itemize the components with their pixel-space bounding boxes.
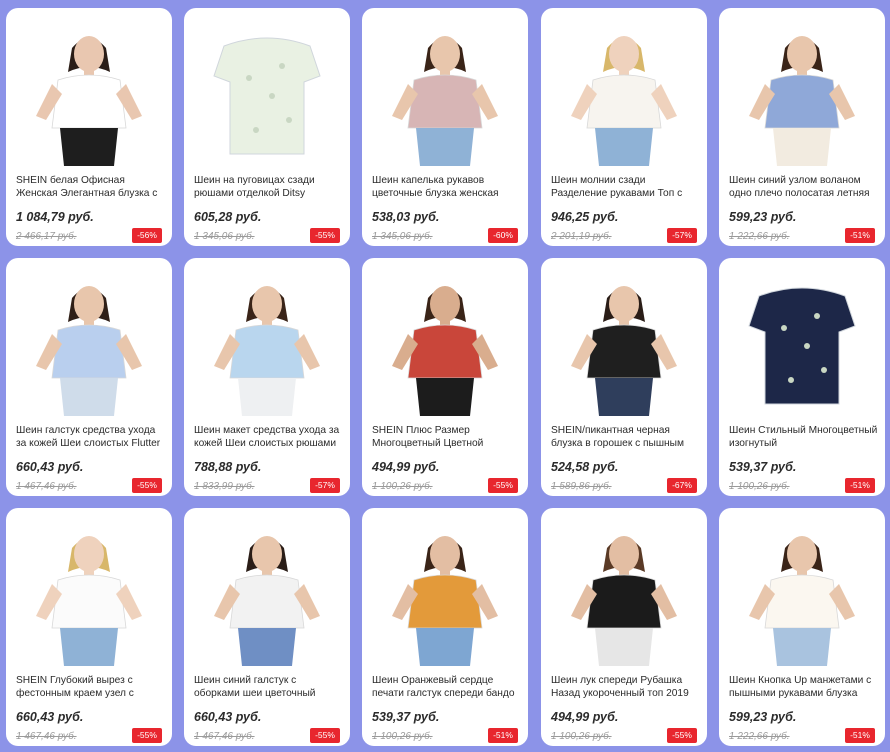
product-price: 494,99 руб. <box>372 460 440 474</box>
discount-badge: -55% <box>310 728 340 743</box>
product-price: 660,43 руб. <box>194 710 262 724</box>
product-image[interactable] <box>729 518 875 666</box>
product-image[interactable] <box>194 268 340 416</box>
product-old-price: 1 467,46 руб. <box>16 731 77 742</box>
discount-badge: -55% <box>667 728 697 743</box>
product-old-price: 1 467,46 руб. <box>16 481 77 492</box>
product-title[interactable]: Шеин макет средства ухода за кожей Шеи с… <box>194 424 344 450</box>
discount-badge: -51% <box>488 728 518 743</box>
product-title[interactable]: Шеин синий узлом воланом одно плечо поло… <box>729 174 879 200</box>
product-price: 788,88 руб. <box>194 460 262 474</box>
product-image[interactable] <box>729 18 875 166</box>
product-card[interactable]: Шеин Кнопка Up манжетами с пышными рукав… <box>719 508 885 746</box>
product-image[interactable] <box>372 268 518 416</box>
discount-badge: -55% <box>132 478 162 493</box>
product-title[interactable]: SHEIN белая Офисная Женская Элегантная б… <box>16 174 166 200</box>
product-price: 524,58 руб. <box>551 460 619 474</box>
product-card[interactable]: Шеин молнии сзади Разделение рукавами То… <box>541 8 707 246</box>
product-old-price: 2 466,17 руб. <box>16 231 77 242</box>
product-old-price: 1 100,26 руб. <box>372 731 433 742</box>
product-old-price: 2 201,19 руб. <box>551 231 612 242</box>
product-old-price: 1 100,26 руб. <box>551 731 612 742</box>
product-image[interactable] <box>194 18 340 166</box>
product-image[interactable] <box>729 268 875 416</box>
discount-badge: -57% <box>667 228 697 243</box>
product-card[interactable]: Шеин синий галстук с оборками шеи цветоч… <box>184 508 350 746</box>
discount-badge: -56% <box>132 228 162 243</box>
discount-badge: -67% <box>667 478 697 493</box>
discount-badge: -57% <box>310 478 340 493</box>
discount-badge: -55% <box>132 728 162 743</box>
product-price: 539,37 руб. <box>372 710 440 724</box>
product-image[interactable] <box>372 18 518 166</box>
product-old-price: 1 222,66 руб. <box>729 731 790 742</box>
product-card[interactable]: Шеин Стильный Многоцветный изогнутый 539,… <box>719 258 885 496</box>
product-title[interactable]: Шеин капелька рукавов цветочные блузка ж… <box>372 174 522 200</box>
product-price: 660,43 руб. <box>16 460 84 474</box>
discount-badge: -55% <box>310 228 340 243</box>
product-image[interactable] <box>551 18 697 166</box>
discount-badge: -60% <box>488 228 518 243</box>
product-card[interactable]: Шеин на пуговицах сзади рюшами отделкой … <box>184 8 350 246</box>
product-image[interactable] <box>551 268 697 416</box>
product-card[interactable]: SHEIN/пикантная черная блузка в горошек … <box>541 258 707 496</box>
product-title[interactable]: Шеин лук спереди Рубашка Назад укороченн… <box>551 674 701 700</box>
product-card[interactable]: Шеин капелька рукавов цветочные блузка ж… <box>362 8 528 246</box>
product-old-price: 1 833,99 руб. <box>194 481 255 492</box>
product-image[interactable] <box>194 518 340 666</box>
product-grid: SHEIN белая Офисная Женская Элегантная б… <box>0 0 890 752</box>
discount-badge: -55% <box>488 478 518 493</box>
product-title[interactable]: Шеин на пуговицах сзади рюшами отделкой … <box>194 174 344 200</box>
product-image[interactable] <box>16 268 162 416</box>
product-card[interactable]: Шеин Оранжевый сердце печати галстук спе… <box>362 508 528 746</box>
discount-badge: -51% <box>845 728 875 743</box>
product-old-price: 1 345,06 руб. <box>194 231 255 242</box>
product-title[interactable]: Шеин синий галстук с оборками шеи цветоч… <box>194 674 344 700</box>
product-price: 539,37 руб. <box>729 460 797 474</box>
product-price: 494,99 руб. <box>551 710 619 724</box>
product-title[interactable]: Шеин галстук средства ухода за кожей Шеи… <box>16 424 166 450</box>
discount-badge: -51% <box>845 478 875 493</box>
product-image[interactable] <box>16 18 162 166</box>
product-old-price: 1 222,66 руб. <box>729 231 790 242</box>
discount-badge: -51% <box>845 228 875 243</box>
product-image[interactable] <box>372 518 518 666</box>
product-price: 538,03 руб. <box>372 210 440 224</box>
product-image[interactable] <box>16 518 162 666</box>
product-title[interactable]: SHEIN Плюс Размер Многоцветный Цветной <box>372 424 522 450</box>
product-old-price: 1 100,26 руб. <box>729 481 790 492</box>
product-price: 946,25 руб. <box>551 210 619 224</box>
product-old-price: 1 100,26 руб. <box>372 481 433 492</box>
product-price: 599,23 руб. <box>729 210 797 224</box>
product-title[interactable]: SHEIN Глубокий вырез с фестонным краем у… <box>16 674 166 700</box>
product-title[interactable]: Шеин Стильный Многоцветный изогнутый <box>729 424 879 450</box>
product-title[interactable]: SHEIN/пикантная черная блузка в горошек … <box>551 424 701 450</box>
product-old-price: 1 467,46 руб. <box>194 731 255 742</box>
product-title[interactable]: Шеин Кнопка Up манжетами с пышными рукав… <box>729 674 879 700</box>
product-card[interactable]: SHEIN белая Офисная Женская Элегантная б… <box>6 8 172 246</box>
product-card[interactable]: Шеин синий узлом воланом одно плечо поло… <box>719 8 885 246</box>
product-card[interactable]: Шеин лук спереди Рубашка Назад укороченн… <box>541 508 707 746</box>
product-title[interactable]: Шеин молнии сзади Разделение рукавами То… <box>551 174 701 200</box>
product-old-price: 1 345,06 руб. <box>372 231 433 242</box>
product-title[interactable]: Шеин Оранжевый сердце печати галстук спе… <box>372 674 522 700</box>
product-price: 1 084,79 руб. <box>16 210 94 224</box>
product-price: 599,23 руб. <box>729 710 797 724</box>
product-old-price: 1 589,86 руб. <box>551 481 612 492</box>
product-price: 660,43 руб. <box>16 710 84 724</box>
product-card[interactable]: SHEIN Плюс Размер Многоцветный Цветной 49… <box>362 258 528 496</box>
product-image[interactable] <box>551 518 697 666</box>
product-card[interactable]: Шеин макет средства ухода за кожей Шеи с… <box>184 258 350 496</box>
product-card[interactable]: Шеин галстук средства ухода за кожей Шеи… <box>6 258 172 496</box>
product-card[interactable]: SHEIN Глубокий вырез с фестонным краем у… <box>6 508 172 746</box>
product-price: 605,28 руб. <box>194 210 262 224</box>
